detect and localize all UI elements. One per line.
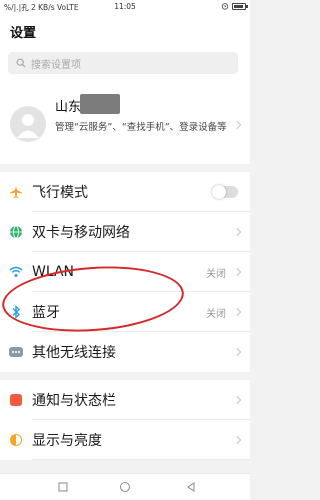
settings-item-label: 显示与亮度	[32, 433, 102, 449]
more-connections-icon	[8, 344, 24, 360]
settings-item-label: WLAN	[32, 264, 75, 280]
account-profile-row[interactable]: 山东 管理“云服务”、“查找手机”、登录设备等	[0, 84, 250, 164]
airplane-mode-toggle[interactable]	[212, 185, 238, 199]
recents-button[interactable]	[56, 480, 70, 494]
settings-item-wlan[interactable]: WLAN 关闭	[0, 252, 250, 292]
settings-item-label: 通知与状态栏	[32, 393, 116, 409]
chevron-right-icon	[232, 347, 242, 357]
back-button[interactable]	[184, 480, 198, 494]
chevron-right-icon	[232, 267, 242, 277]
search-placeholder: 搜索设置项	[31, 59, 81, 71]
profile-name: 山东	[55, 100, 82, 115]
settings-item-label: 其他无线连接	[32, 345, 116, 361]
redaction-block	[80, 94, 120, 114]
settings-list: 飞行模式 双卡与移动网络 WLAN 关闭 蓝牙 关闭 其他无线连接 通知与状态栏…	[0, 172, 250, 460]
chevron-right-icon	[232, 120, 242, 130]
chevron-right-icon	[232, 435, 242, 445]
wlan-status: 关闭	[206, 268, 226, 280]
chevron-right-icon	[232, 307, 242, 317]
navigation-bar	[0, 473, 250, 500]
bluetooth-icon	[8, 304, 24, 320]
settings-item-airplane-mode[interactable]: 飞行模式	[0, 172, 250, 212]
wifi-icon	[8, 264, 24, 280]
settings-item-display-brightness[interactable]: 显示与亮度	[0, 420, 250, 460]
avatar	[10, 106, 46, 142]
profile-description: 管理“云服务”、“查找手机”、登录设备等	[55, 122, 227, 133]
status-icons	[221, 2, 248, 10]
status-bar: %/|.|孔 2 KB/s VoLTE 11:05	[0, 0, 250, 14]
settings-item-label: 蓝牙	[32, 305, 60, 321]
home-button[interactable]	[118, 480, 132, 494]
settings-item-bluetooth[interactable]: 蓝牙 关闭	[0, 292, 250, 332]
airplane-icon	[8, 184, 24, 200]
settings-item-dual-sim-mobile-network[interactable]: 双卡与移动网络	[0, 212, 250, 252]
page-title: 设置	[10, 26, 37, 41]
chevron-right-icon	[232, 395, 242, 405]
settings-item-label: 飞行模式	[32, 185, 88, 201]
search-input[interactable]: 搜索设置项	[8, 52, 238, 74]
display-brightness-icon	[8, 432, 24, 448]
alarm-icon	[221, 3, 229, 10]
settings-item-notifications-status-bar[interactable]: 通知与状态栏	[0, 380, 250, 420]
globe-icon	[8, 224, 24, 240]
search-icon	[14, 56, 28, 70]
settings-item-other-wireless-connections[interactable]: 其他无线连接	[0, 332, 250, 380]
chevron-right-icon	[232, 227, 242, 237]
bluetooth-status: 关闭	[206, 308, 226, 320]
settings-item-label: 双卡与移动网络	[32, 225, 130, 241]
status-time: 11:05	[114, 2, 136, 11]
battery-icon	[232, 2, 248, 10]
notification-icon	[8, 392, 24, 408]
